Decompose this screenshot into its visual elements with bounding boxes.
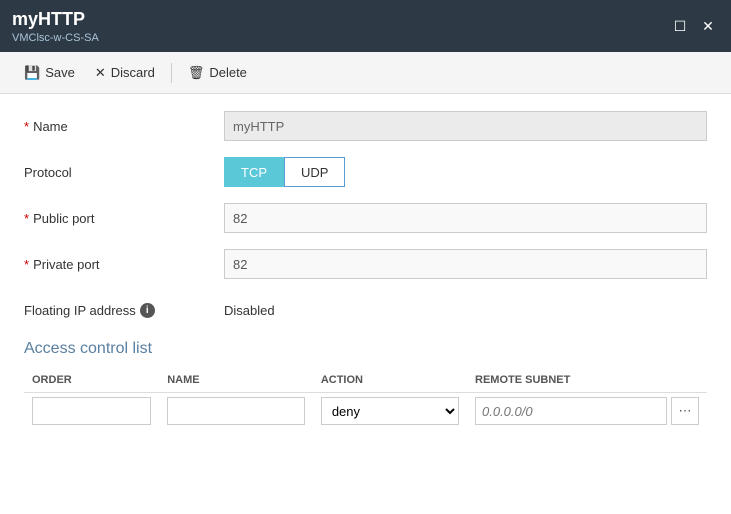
- content-area: * Name Protocol TCP UDP * Public port: [0, 94, 731, 514]
- acl-title: Access control list: [24, 340, 707, 358]
- delete-label: Delete: [209, 65, 247, 80]
- name-label: * Name: [24, 119, 224, 134]
- acl-name-input[interactable]: [167, 397, 305, 425]
- app-subtitle: VMClsc-w-CS-SA: [12, 32, 99, 44]
- title-bar-left: myHTTP VMClsc-w-CS-SA: [12, 9, 99, 44]
- floating-ip-row: Floating IP address i Disabled: [24, 294, 707, 326]
- acl-header-row: ORDER NAME ACTION REMOTE SUBNET: [24, 370, 707, 393]
- private-port-label: * Private port: [24, 257, 224, 272]
- discard-button[interactable]: ✕ Discard: [87, 61, 163, 85]
- app-title: myHTTP: [12, 9, 99, 30]
- name-required-star: *: [24, 119, 29, 134]
- acl-action-select[interactable]: deny allow: [321, 397, 459, 425]
- table-row: deny allow ⋯: [24, 393, 707, 430]
- acl-section: Access control list ORDER NAME ACTION RE…: [24, 340, 707, 429]
- app-title-name: HTTP: [38, 9, 85, 29]
- acl-order-cell: [24, 393, 159, 430]
- acl-order-input[interactable]: [32, 397, 151, 425]
- save-icon: 💾: [24, 65, 40, 81]
- acl-tbody: deny allow ⋯: [24, 393, 707, 430]
- name-control-wrap: [224, 111, 707, 141]
- acl-col-subnet: REMOTE SUBNET: [467, 370, 707, 393]
- acl-name-cell: [159, 393, 313, 430]
- acl-table: ORDER NAME ACTION REMOTE SUBNET: [24, 370, 707, 429]
- floating-ip-label: Floating IP address i: [24, 303, 224, 318]
- protocol-label: Protocol: [24, 165, 224, 180]
- public-port-row: * Public port: [24, 202, 707, 234]
- acl-col-action: ACTION: [313, 370, 467, 393]
- private-port-row: * Private port: [24, 248, 707, 280]
- protocol-tcp-button[interactable]: TCP: [224, 157, 284, 187]
- title-bar: myHTTP VMClsc-w-CS-SA ☐ ✕: [0, 0, 731, 52]
- acl-subnet-cell: ⋯: [467, 393, 707, 430]
- acl-action-cell: deny allow: [313, 393, 467, 430]
- discard-label: Discard: [111, 65, 155, 80]
- save-label: Save: [45, 65, 75, 80]
- minimize-button[interactable]: ☐: [669, 15, 691, 37]
- protocol-row: Protocol TCP UDP: [24, 156, 707, 188]
- window-controls: ☐ ✕: [669, 15, 719, 37]
- public-port-control-wrap: [224, 203, 707, 233]
- discard-icon: ✕: [95, 65, 106, 81]
- acl-col-name: NAME: [159, 370, 313, 393]
- public-port-input[interactable]: [224, 203, 707, 233]
- private-port-input[interactable]: [224, 249, 707, 279]
- name-row: * Name: [24, 110, 707, 142]
- acl-subnet-input[interactable]: [475, 397, 667, 425]
- app-title-prefix: my: [12, 9, 38, 29]
- floating-ip-value: Disabled: [224, 303, 275, 318]
- toolbar-divider: [171, 63, 172, 83]
- floating-ip-info-icon[interactable]: i: [140, 303, 155, 318]
- acl-col-order: ORDER: [24, 370, 159, 393]
- acl-subnet-wrap: ⋯: [475, 397, 699, 425]
- acl-dots-button[interactable]: ⋯: [671, 397, 699, 425]
- delete-icon: 🗑: [188, 65, 205, 81]
- floating-ip-control-wrap: Disabled: [224, 303, 707, 318]
- private-port-control-wrap: [224, 249, 707, 279]
- protocol-group: TCP UDP: [224, 157, 707, 187]
- toolbar: 💾 Save ✕ Discard 🗑 Delete: [0, 52, 731, 94]
- public-port-label: * Public port: [24, 211, 224, 226]
- close-button[interactable]: ✕: [697, 15, 719, 37]
- protocol-control-wrap: TCP UDP: [224, 157, 707, 187]
- private-port-required-star: *: [24, 257, 29, 272]
- acl-thead: ORDER NAME ACTION REMOTE SUBNET: [24, 370, 707, 393]
- public-port-required-star: *: [24, 211, 29, 226]
- protocol-udp-button[interactable]: UDP: [284, 157, 345, 187]
- name-input[interactable]: [224, 111, 707, 141]
- delete-button[interactable]: 🗑 Delete: [180, 61, 255, 85]
- save-button[interactable]: 💾 Save: [16, 61, 83, 85]
